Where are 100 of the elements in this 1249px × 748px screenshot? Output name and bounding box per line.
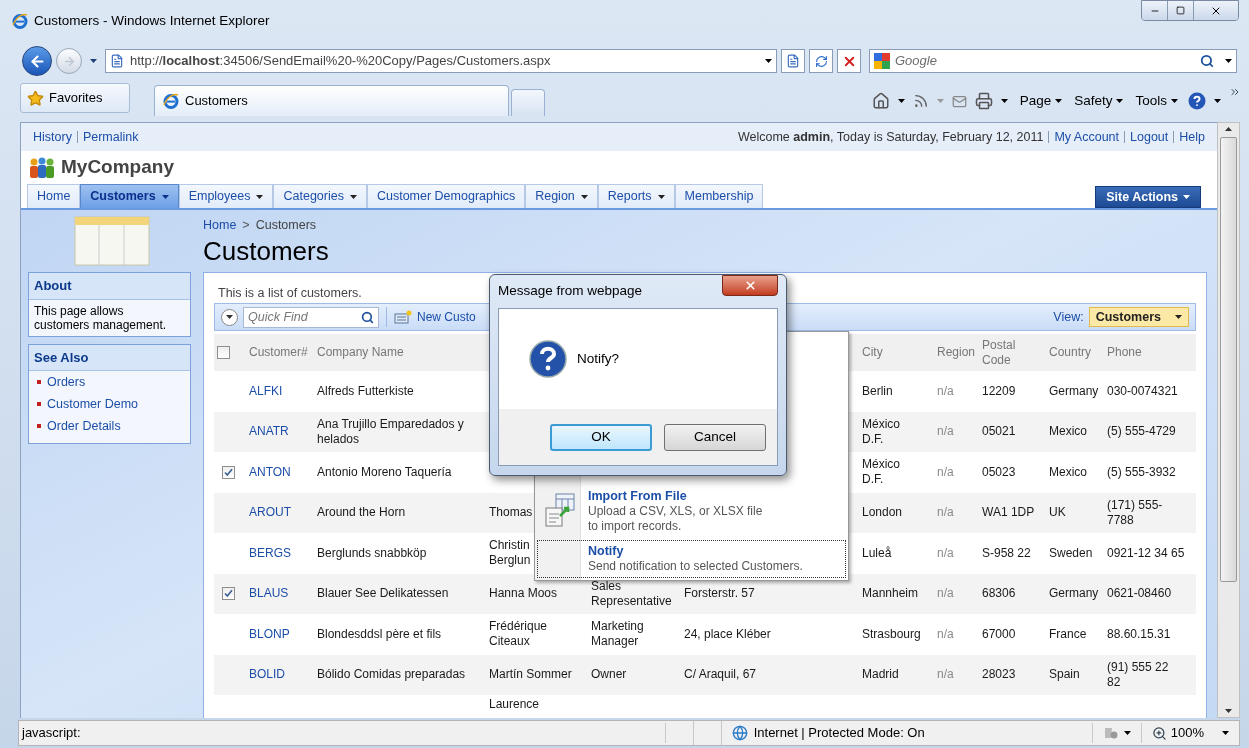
account-link[interactable]: Logout bbox=[1130, 127, 1169, 147]
customer-link[interactable]: ALFKI bbox=[249, 383, 283, 399]
compatibility-button[interactable] bbox=[781, 49, 805, 73]
dialog-close-button[interactable] bbox=[722, 275, 778, 296]
table-cell: Alfreds Futterkiste bbox=[317, 383, 414, 399]
feeds-icon[interactable] bbox=[912, 93, 929, 109]
caret-icon bbox=[226, 315, 233, 319]
account-link[interactable]: My Account bbox=[1054, 127, 1120, 147]
favorites-button[interactable]: Favorites bbox=[20, 83, 130, 113]
row-checkbox[interactable] bbox=[222, 587, 235, 601]
see-also-link[interactable]: Customer Demo bbox=[47, 394, 138, 414]
column-header[interactable]: Postal Code bbox=[982, 337, 1016, 368]
maximize-button[interactable] bbox=[1168, 1, 1194, 20]
table-cell: Forsterstr. 57 bbox=[684, 586, 755, 602]
customer-link[interactable]: ANATR bbox=[249, 424, 289, 440]
row-checkbox[interactable] bbox=[222, 465, 235, 479]
table-cell: London bbox=[862, 505, 903, 521]
customer-link[interactable]: ANTON bbox=[249, 464, 291, 480]
nav-tab[interactable]: Customer Demographics bbox=[366, 184, 526, 208]
menu-item[interactable]: Notify Send notification to selected Customers. bbox=[537, 540, 846, 578]
brand-name: MyCompany bbox=[61, 155, 174, 180]
column-header[interactable]: Customer# bbox=[249, 345, 308, 360]
actions-toggle-button[interactable] bbox=[221, 308, 238, 326]
nav-tab[interactable]: Customers bbox=[80, 184, 179, 208]
see-also-link[interactable]: Orders bbox=[47, 372, 86, 392]
nav-tab[interactable]: Home bbox=[27, 184, 81, 208]
nav-tab[interactable]: Reports bbox=[597, 184, 675, 208]
command-menu[interactable]: Safety bbox=[1074, 90, 1124, 112]
table-row[interactable]: BLAUS Blauer See Delikatessen Hanna Moos Sales Representative Forsterstr. 57 Mannheim n/a 68306 Germany 0621-08460 bbox=[214, 573, 1196, 614]
table-cell: 0921-12 34 65 bbox=[1107, 545, 1185, 561]
site-actions-button[interactable]: Site Actions bbox=[1095, 186, 1201, 208]
table-cell: Mexico bbox=[1049, 424, 1087, 440]
help-icon[interactable] bbox=[1188, 92, 1206, 110]
customer-link[interactable]: BOLID bbox=[249, 667, 285, 683]
dialog-button[interactable]: Cancel bbox=[664, 423, 766, 451]
customer-link[interactable]: BLAUS bbox=[249, 586, 289, 602]
command-menu[interactable]: Page bbox=[1019, 90, 1063, 112]
column-header[interactable]: Country bbox=[1049, 345, 1092, 360]
browser-tab[interactable]: Customers bbox=[154, 85, 509, 116]
nav-tab[interactable]: Membership bbox=[674, 184, 764, 208]
table-cell: (5) 555-4729 bbox=[1107, 424, 1176, 440]
new-customer-action[interactable]: New Custo bbox=[417, 308, 476, 326]
nav-tab[interactable]: Employees bbox=[178, 184, 274, 208]
zoom-icon[interactable] bbox=[1151, 725, 1167, 741]
minimize-button[interactable] bbox=[1142, 1, 1168, 20]
nav-tab[interactable]: Region bbox=[525, 184, 598, 208]
column-header[interactable]: Company Name bbox=[317, 345, 404, 360]
column-header[interactable]: City bbox=[862, 345, 883, 360]
ie-logo-icon bbox=[12, 13, 28, 29]
nav-tab[interactable]: Categories bbox=[273, 184, 367, 208]
menu-item-title: Import From File bbox=[588, 489, 688, 504]
search-provider-icon bbox=[874, 53, 890, 69]
search-icon bbox=[1200, 54, 1214, 68]
see-also-link[interactable]: Order Details bbox=[47, 416, 121, 436]
mail-icon[interactable] bbox=[951, 93, 967, 109]
command-menu[interactable]: Tools bbox=[1135, 90, 1178, 112]
page-title: Customers bbox=[203, 234, 329, 267]
address-field[interactable]: http://localhost:34506/SendEmail%20-%20Copy/Pages/Customers.aspx bbox=[105, 49, 777, 73]
caret-icon bbox=[1225, 709, 1232, 713]
quick-find-field[interactable]: Quick Find bbox=[243, 306, 379, 328]
stop-button[interactable] bbox=[837, 49, 861, 73]
customer-link[interactable]: AROUT bbox=[249, 505, 291, 521]
print-icon[interactable] bbox=[974, 92, 993, 110]
top-link[interactable]: Permalink bbox=[82, 127, 139, 147]
scrollbar[interactable] bbox=[1217, 122, 1240, 718]
dialog-button[interactable]: OK bbox=[550, 423, 652, 451]
row-checkbox[interactable] bbox=[217, 346, 230, 359]
back-button[interactable] bbox=[22, 46, 52, 76]
checkmark-icon bbox=[224, 589, 233, 599]
table-row[interactable]: BOLID Bólido Comidas preparadas Martín Sommer Owner C/ Araquil, 67 Madrid n/a 28023 Spain (91) 555 22 82 bbox=[214, 654, 1196, 695]
breadcrumb-link[interactable]: Home bbox=[203, 216, 237, 235]
refresh-button[interactable] bbox=[809, 49, 833, 73]
column-header[interactable]: Region bbox=[937, 345, 976, 360]
column-header[interactable]: Phone bbox=[1107, 345, 1142, 360]
menu-item-description: Send notification to selected Customers. bbox=[588, 559, 803, 574]
caret-icon bbox=[90, 59, 97, 63]
caret-icon bbox=[1214, 99, 1221, 103]
menu-item-title: Notify bbox=[588, 544, 625, 559]
breadcrumb-separator: > bbox=[242, 217, 250, 234]
search-field[interactable]: Google bbox=[869, 49, 1237, 73]
table-cell: UK bbox=[1049, 505, 1066, 521]
maximize-icon bbox=[1176, 6, 1185, 15]
customer-link[interactable]: BERGS bbox=[249, 545, 291, 561]
home-icon[interactable] bbox=[871, 92, 890, 110]
table-cell: n/a bbox=[937, 667, 954, 683]
top-link[interactable]: History bbox=[33, 127, 72, 147]
more-chevron-icon[interactable] bbox=[1229, 86, 1241, 98]
search-placeholder: Google bbox=[895, 52, 937, 71]
breadcrumb-current: Customers bbox=[255, 217, 317, 234]
table-cell: Martín Sommer bbox=[489, 667, 572, 683]
view-dropdown[interactable]: Customers bbox=[1088, 307, 1189, 327]
table-cell: n/a bbox=[937, 626, 954, 642]
status-text: javascript: bbox=[19, 723, 667, 743]
scroll-thumb[interactable] bbox=[1220, 137, 1237, 582]
table-cell: 28023 bbox=[982, 667, 1016, 683]
customer-link[interactable]: BLONP bbox=[249, 626, 290, 642]
document-icon bbox=[786, 54, 800, 68]
table-cell: 12209 bbox=[982, 383, 1016, 399]
account-link[interactable]: Help bbox=[1179, 127, 1205, 147]
zoom-level[interactable]: 100% bbox=[1170, 723, 1204, 743]
